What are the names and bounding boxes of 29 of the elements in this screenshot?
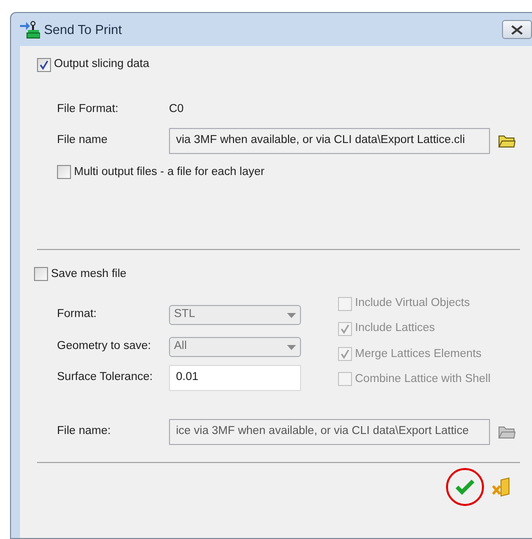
field-label: File name [57, 132, 108, 148]
close-button[interactable] [502, 20, 532, 39]
folder-icon[interactable] [498, 425, 516, 439]
field-label: File Format: [57, 102, 120, 118]
checkbox-label: Merge Lattices Elements [355, 346, 482, 362]
ok-button[interactable] [446, 468, 484, 506]
cancel-button[interactable] [492, 477, 512, 497]
cancel-icon [492, 477, 512, 497]
checkbox-label: Include Lattices [355, 321, 435, 336]
field-label: File name: [57, 424, 112, 440]
close-icon [511, 24, 523, 34]
field-value: C0 [169, 102, 184, 118]
caret-icon [287, 344, 296, 350]
file-name-field[interactable]: via 3MF when available, or via CLI data\Export Lattice.cli [169, 128, 490, 154]
folder-icon[interactable] [498, 134, 516, 148]
checkbox-label: Output slicing data [54, 57, 150, 72]
field-label: Surface Tolerance: [57, 370, 154, 386]
caret-icon [287, 312, 296, 318]
field-label: Format: [57, 307, 98, 322]
checkbox[interactable] [57, 165, 71, 180]
printer-icon [20, 20, 40, 38]
field-label: Geometry to save: [57, 339, 152, 354]
checkmark-icon [455, 479, 475, 495]
checkbox[interactable] [37, 58, 51, 72]
checkbox-label: Combine Lattice with Shell [355, 372, 491, 387]
checkbox-label: Multi output files - a file for each layer [74, 164, 264, 180]
checkbox-label: Save mesh file [51, 266, 126, 282]
checkbox-label: Include Virtual Objects [355, 296, 470, 311]
window-title: Send To Print [44, 20, 122, 39]
